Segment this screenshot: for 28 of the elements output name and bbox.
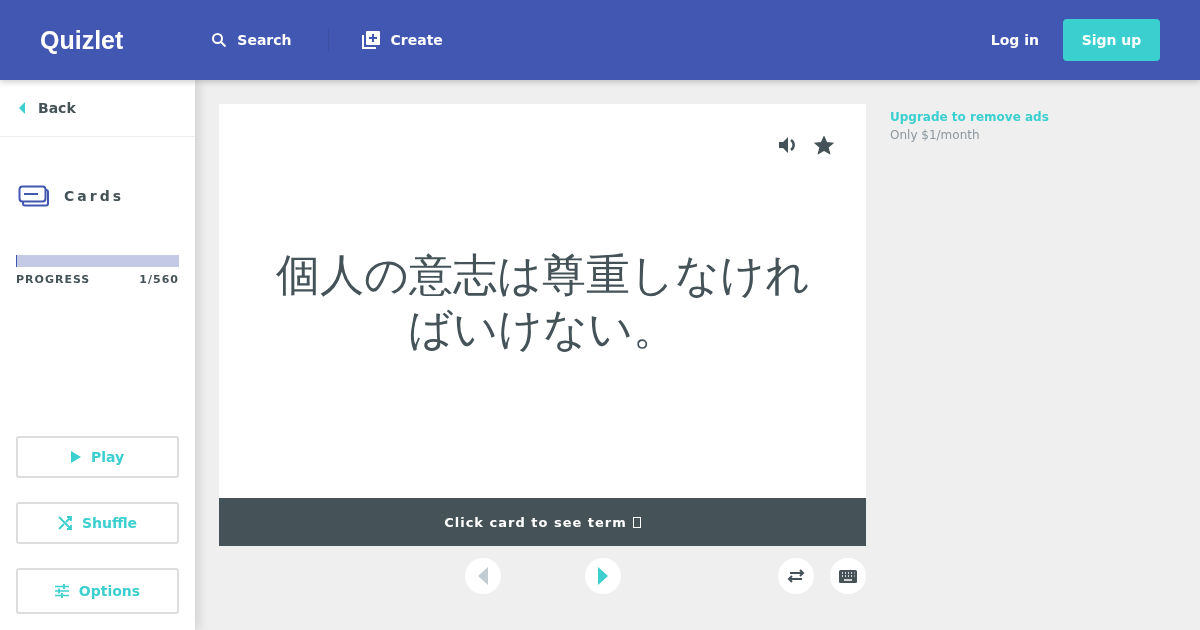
- flip-hint: Click card to see term: [444, 514, 627, 530]
- cards-icon: [18, 185, 50, 207]
- missing-glyph-icon: [632, 516, 641, 528]
- mode-title: Cards: [64, 188, 124, 204]
- nav-link[interactable]: Create: [360, 30, 443, 50]
- keyboard-icon: [839, 569, 857, 583]
- back-link[interactable]: Back: [0, 80, 195, 137]
- search-icon: [211, 32, 228, 48]
- progress-label: PROGRESS: [16, 273, 91, 286]
- audio-icon[interactable]: [778, 136, 798, 154]
- swap-button[interactable]: [778, 558, 814, 594]
- card-text: 個人の意志は尊重しなければいけない。: [274, 247, 811, 356]
- right-caret-icon: [598, 567, 608, 585]
- keyboard-button[interactable]: [830, 558, 866, 594]
- progress-count: 1/560: [139, 273, 179, 286]
- back-caret-icon: [18, 101, 26, 115]
- logo[interactable]: Quizlet: [40, 25, 124, 55]
- shuffle-icon: [57, 516, 72, 530]
- price-text: Only $1/month: [890, 128, 981, 142]
- swap-arrows-icon: [787, 569, 805, 583]
- star-icon[interactable]: [814, 136, 834, 155]
- add-cards-icon: [360, 30, 381, 50]
- play-icon: [70, 451, 81, 463]
- left-caret-icon: [478, 567, 488, 585]
- flashcard[interactable]: 個人の意志は尊重しなければいけない。 Click card to see term: [219, 104, 866, 546]
- sliders-icon: [54, 584, 69, 598]
- login-link[interactable]: Log in: [990, 32, 1039, 48]
- nav-link[interactable]: Search: [211, 32, 292, 48]
